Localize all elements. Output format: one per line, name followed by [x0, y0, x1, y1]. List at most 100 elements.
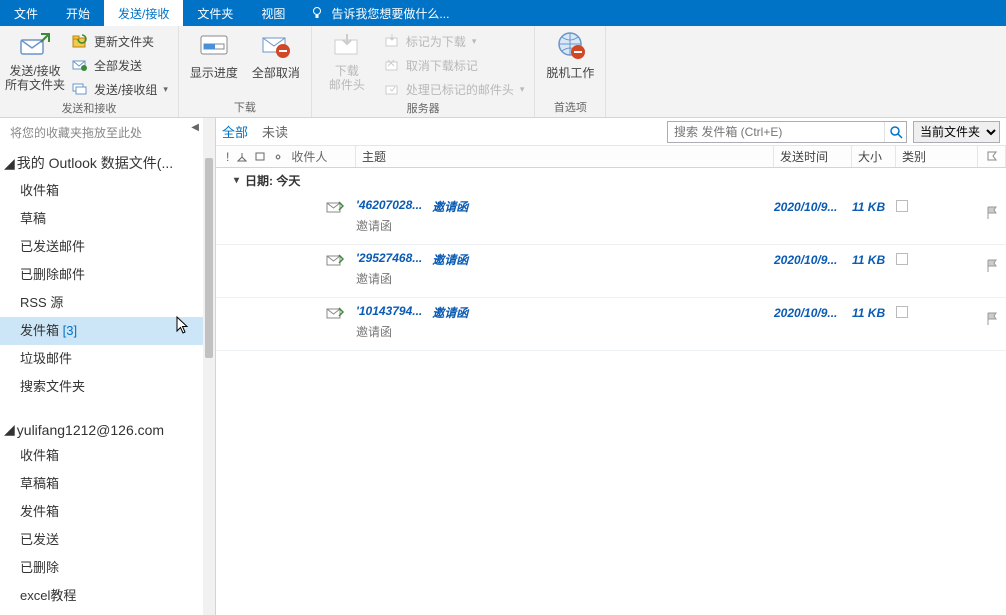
folder-deleted-2[interactable]: 已删除: [0, 554, 203, 582]
tell-me-search[interactable]: 告诉我您想要做什么...: [299, 0, 459, 26]
category-box[interactable]: [896, 306, 908, 318]
tab-view[interactable]: 视图: [247, 0, 299, 26]
send-all-button[interactable]: 全部发送: [68, 54, 172, 76]
search-scope-select[interactable]: 当前文件夹: [913, 121, 1000, 143]
collapse-pane-icon[interactable]: ◀: [191, 122, 199, 133]
category-box[interactable]: [896, 200, 908, 212]
groups-icon: [72, 81, 88, 97]
process-marked-button: 处理已标记的邮件头 ▾: [380, 78, 529, 100]
outgoing-mail-icon: [326, 253, 344, 267]
column-headers: ! 收件人 主题 发送时间 大小 类别: [216, 146, 1006, 168]
flag-icon[interactable]: [986, 312, 998, 326]
mail-preview: 邀请函: [356, 323, 774, 340]
send-receive-groups-button[interactable]: 发送/接收组 ▾: [68, 78, 172, 100]
col-size[interactable]: 大小: [852, 146, 896, 167]
group-download-label: 下载: [185, 99, 305, 117]
col-flag[interactable]: [978, 146, 1006, 167]
mail-size: 11 KB: [852, 198, 896, 214]
mail-recipient: '29527468...: [356, 251, 422, 268]
col-category[interactable]: 类别: [896, 146, 978, 167]
ribbon: 发送/接收 所有文件夹 更新文件夹 全部发送 发送/接收组 ▾ 发送和接收: [0, 26, 1006, 118]
filter-all[interactable]: 全部: [222, 122, 248, 141]
refresh-folder-icon: [72, 33, 88, 49]
folder-junk-1[interactable]: 垃圾邮件: [0, 345, 203, 373]
folder-rss-1[interactable]: RSS 源: [0, 289, 203, 317]
tab-send-receive[interactable]: 发送/接收: [104, 0, 183, 26]
download-headers-icon: [331, 30, 363, 62]
folder-pane: ◀ 将您的收藏夹拖放至此处 ◢ 我的 Outlook 数据文件(... 收件箱 …: [0, 118, 216, 615]
date-group-today[interactable]: ▾ 日期: 今天: [216, 168, 1006, 192]
download-headers-label: 下载 邮件头: [329, 64, 365, 92]
mail-subject: 邀请函: [432, 198, 468, 215]
show-progress-button[interactable]: 显示进度: [185, 28, 243, 81]
mail-row[interactable]: '29527468...邀请函邀请函2020/10/9...11 KB: [216, 245, 1006, 298]
send-receive-all-button[interactable]: 发送/接收 所有文件夹: [6, 28, 64, 92]
group-send-receive: 发送/接收 所有文件夹 更新文件夹 全部发送 发送/接收组 ▾ 发送和接收: [0, 26, 179, 117]
mail-subject: 邀请函: [432, 304, 468, 321]
dropdown-icon: ▾: [163, 84, 168, 95]
search-input[interactable]: [668, 125, 884, 139]
tab-folder[interactable]: 文件夹: [183, 0, 247, 26]
unmark-download-label: 取消下载标记: [406, 57, 478, 74]
mail-preview: 邀请函: [356, 270, 774, 287]
cancel-all-label: 全部取消: [252, 64, 300, 81]
reminder-icon: [237, 152, 247, 162]
folder-sent-2[interactable]: 已发送: [0, 526, 203, 554]
progress-icon: [198, 30, 230, 62]
folder-excel-2[interactable]: excel教程: [0, 582, 203, 610]
icon-icon: [255, 152, 265, 162]
search-box[interactable]: [667, 121, 907, 143]
account-2-label: yulifang1212@126.com: [17, 422, 164, 438]
scrollbar-thumb[interactable]: [205, 158, 213, 358]
col-sent[interactable]: 发送时间: [774, 146, 852, 167]
favorites-hint: 将您的收藏夹拖放至此处: [0, 118, 203, 147]
tab-home[interactable]: 开始: [52, 0, 104, 26]
send-receive-groups-label: 发送/接收组: [94, 81, 157, 98]
tab-file[interactable]: 文件: [0, 0, 52, 26]
mail-sent-time: 2020/10/9...: [774, 251, 852, 267]
folder-drafts-2[interactable]: 草稿箱: [0, 470, 203, 498]
message-list-pane: 全部 未读 当前文件夹 ! 收件人: [216, 118, 1006, 615]
cancel-all-button[interactable]: 全部取消: [247, 28, 305, 81]
show-progress-label: 显示进度: [190, 64, 238, 81]
chevron-down-icon: ◢: [4, 421, 15, 438]
folder-outbox-2[interactable]: 发件箱: [0, 498, 203, 526]
folder-drafts-1[interactable]: 草稿: [0, 205, 203, 233]
flag-icon[interactable]: [986, 259, 998, 273]
update-folder-label: 更新文件夹: [94, 33, 154, 50]
send-receive-all-label: 发送/接收 所有文件夹: [5, 64, 65, 92]
account-header-2[interactable]: ◢ yulifang1212@126.com: [0, 415, 203, 442]
group-today-label: 日期: 今天: [245, 172, 300, 189]
work-offline-button[interactable]: 脱机工作: [541, 28, 599, 81]
update-folder-button[interactable]: 更新文件夹: [68, 30, 172, 52]
process-marked-label: 处理已标记的邮件头: [406, 81, 514, 98]
folder-inbox-2[interactable]: 收件箱: [0, 442, 203, 470]
folder-virus-2[interactable]: 病毒邮件: [0, 610, 203, 615]
mail-row[interactable]: '10143794...邀请函邀请函2020/10/9...11 KB: [216, 298, 1006, 351]
folder-deleted-1[interactable]: 已删除邮件: [0, 261, 203, 289]
mark-download-button: 标记为下载 ▾: [380, 30, 529, 52]
col-subject[interactable]: 主题: [356, 146, 774, 167]
unmark-download-button: 取消下载标记: [380, 54, 529, 76]
col-icons[interactable]: ! 收件人: [216, 146, 356, 167]
flag-icon[interactable]: [986, 206, 998, 220]
account-header-1[interactable]: ◢ 我的 Outlook 数据文件(...: [0, 147, 203, 177]
cancel-icon: [260, 30, 292, 62]
chevron-down-icon: ◢: [4, 155, 15, 172]
attachment-icon: [273, 152, 283, 162]
mail-size: 11 KB: [852, 304, 896, 320]
folder-search-1[interactable]: 搜索文件夹: [0, 373, 203, 401]
folder-inbox-1[interactable]: 收件箱: [0, 177, 203, 205]
group-server-label: 服务器: [318, 100, 529, 117]
nav-scrollbar[interactable]: [203, 118, 215, 615]
search-icon[interactable]: [884, 122, 906, 142]
folder-sent-1[interactable]: 已发送邮件: [0, 233, 203, 261]
mail-subject: 邀请函: [432, 251, 468, 268]
mail-row[interactable]: '46207028...邀请函邀请函2020/10/9...11 KB: [216, 192, 1006, 245]
mark-download-label: 标记为下载: [406, 33, 466, 50]
filter-unread[interactable]: 未读: [262, 122, 288, 141]
send-all-label: 全部发送: [94, 57, 142, 74]
folder-outbox-1[interactable]: 发件箱 [3]: [0, 317, 203, 345]
folder-outbox-label: 发件箱: [20, 323, 59, 338]
category-box[interactable]: [896, 253, 908, 265]
